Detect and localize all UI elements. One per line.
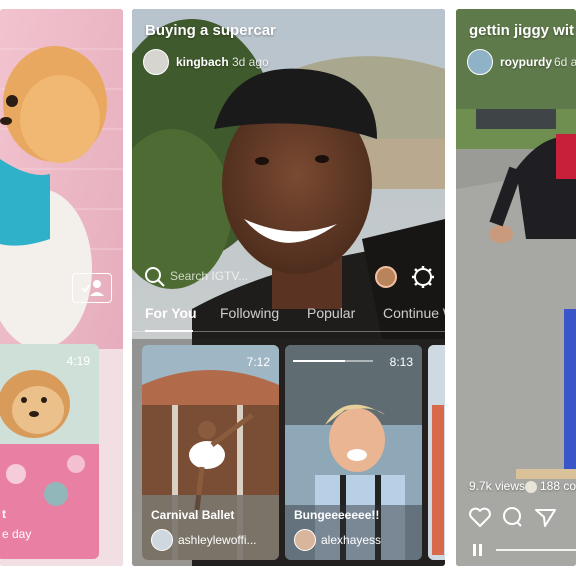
thumbnail-image [285, 345, 422, 560]
time-ago: 3d ago [232, 55, 269, 69]
author-name[interactable]: kingbach [176, 55, 229, 69]
comment-icon[interactable] [501, 506, 525, 528]
video-thumbnail[interactable] [428, 345, 445, 560]
profile-check-icon [81, 280, 104, 296]
time-ago: 6d a [554, 55, 576, 69]
right-phone-screen: gettin jiggy wit roypurdy 6d a 9.7k view… [456, 9, 576, 566]
thumbnail-title-partial: t [2, 507, 6, 521]
thumbnail-image [428, 345, 445, 560]
tab-following[interactable]: Following [220, 305, 279, 321]
search-icon[interactable] [144, 266, 166, 288]
thumbnail-title: Bungeeeeeee!! [294, 508, 380, 522]
playback-progress-bar[interactable] [496, 549, 576, 551]
video-thumbnail[interactable]: 8:13 Bungeeeeeee!! alexhayess [285, 345, 422, 560]
video-duration: 4:19 [66, 354, 90, 368]
author-avatar [294, 529, 316, 551]
author-avatar [151, 529, 173, 551]
video-progress-fill [293, 360, 345, 362]
profile-avatar[interactable] [375, 266, 397, 288]
pause-icon[interactable] [471, 543, 485, 557]
author-avatar[interactable] [143, 49, 169, 75]
profile-switch-button[interactable] [72, 273, 112, 303]
center-phone-screen: Buying a supercar kingbach 3d ago Search… [132, 9, 445, 566]
video-title: Buying a supercar [145, 22, 276, 39]
tab-for-you[interactable]: For You [145, 305, 197, 321]
author-name[interactable]: roypurdy [500, 55, 552, 69]
igtv-showcase: 4:19 t e day Buying a supercar kingbach … [0, 0, 576, 576]
active-tab-indicator [145, 330, 193, 332]
author-avatar[interactable] [467, 49, 493, 75]
thumbnail-author: alexhayess [321, 533, 382, 547]
video-duration: 8:13 [389, 355, 413, 369]
search-placeholder: Search IGTV... [170, 269, 249, 283]
thumbnail-subtitle-partial: e day [2, 527, 32, 541]
tab-popular[interactable]: Popular [307, 305, 355, 321]
video-duration: 7:12 [246, 355, 270, 369]
heart-icon[interactable] [468, 506, 492, 528]
share-icon[interactable] [534, 506, 558, 528]
tab-continue-watching[interactable]: Continue W [383, 305, 445, 321]
settings-gear-icon[interactable] [411, 265, 435, 289]
thumbnail-image [142, 345, 279, 560]
video-thumbnail[interactable]: 4:19 t e day [0, 344, 99, 559]
left-phone-screen: 4:19 t e day [0, 9, 123, 566]
video-title: gettin jiggy wit [469, 22, 574, 39]
video-progress-bar [293, 360, 373, 362]
thumbnail-title: Carnival Ballet [151, 508, 235, 522]
thumbnail-author: ashleylewoffi... [178, 533, 257, 547]
comment-count[interactable]: 188 co [540, 479, 576, 493]
view-count: 9.7k views [469, 479, 526, 493]
search-input[interactable]: Search IGTV... [170, 267, 320, 285]
video-thumbnail[interactable]: 7:12 Carnival Ballet ashleylewoffi... [142, 345, 279, 560]
